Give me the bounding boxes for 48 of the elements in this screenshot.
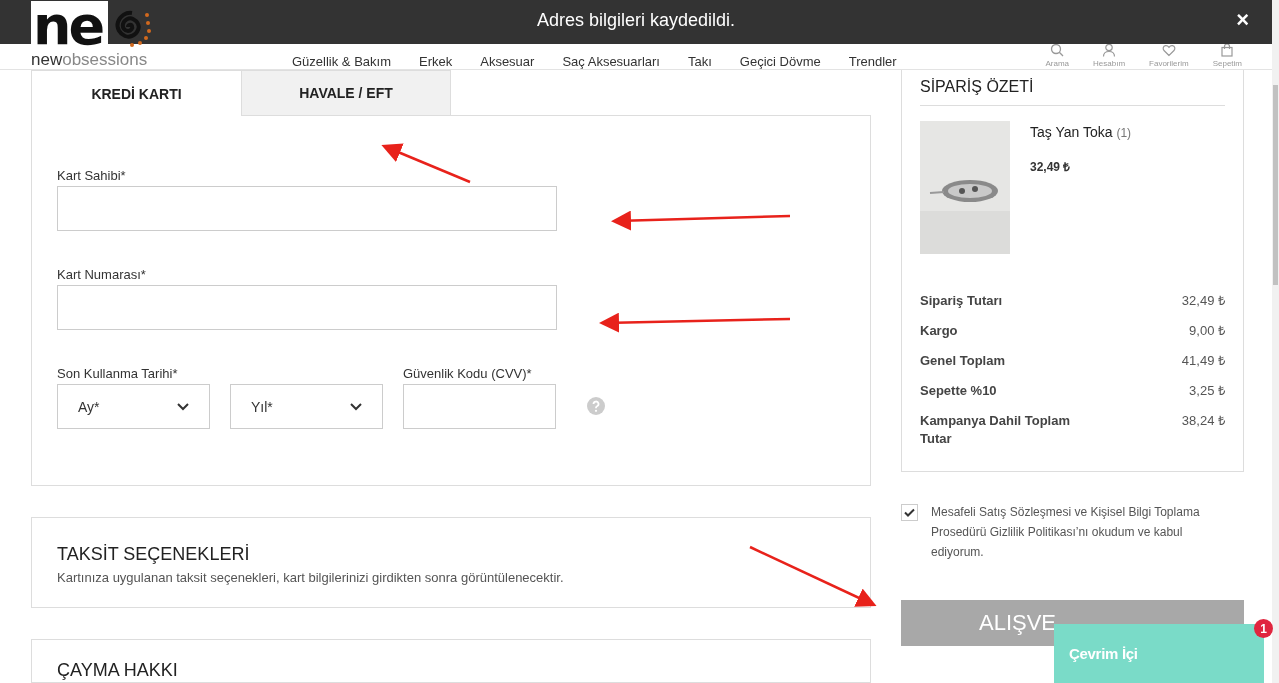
close-button[interactable]: × <box>1236 8 1249 32</box>
payment-tab[interactable]: HAVALE / EFT <box>241 70 451 116</box>
card-holder-field[interactable] <box>57 186 557 231</box>
section-title: TAKSİT SEÇENEKLERİ <box>57 544 251 564</box>
logo-tagline: newobsessions <box>31 51 149 69</box>
total-value: 3,25 ₺ <box>1189 382 1225 400</box>
installments-note: Kartınıza uygulanan taksit seçenekleri, kart bilgilerinizi girdikten sonra görüntülenecektir. <box>57 570 565 585</box>
year-select[interactable]: Yıl* <box>230 384 383 429</box>
nav-link[interactable]: Güzellik & Bakım <box>292 54 391 69</box>
shopping-bag-icon <box>1220 43 1235 57</box>
total-label: Sipariş Tutarı <box>920 292 1003 310</box>
field-label: Son Kullanma Tarihi* <box>57 366 179 383</box>
nav-link[interactable]: Trendler <box>848 54 897 69</box>
total-value: 9,00 ₺ <box>1189 322 1225 340</box>
payment-tab[interactable]: KREDİ KARTI <box>31 70 241 116</box>
month-select[interactable]: Ay* <box>57 384 210 429</box>
help-icon[interactable] <box>587 397 605 415</box>
chevron-down-icon <box>177 402 189 411</box>
notification-message: Adres bilgileri kaydedildi. <box>536 10 736 31</box>
nav-link[interactable]: Erkek <box>419 54 453 69</box>
card-number-field[interactable] <box>57 285 557 330</box>
field-label: Kart Sahibi* <box>57 168 127 185</box>
total-value: 38,24 ₺ <box>1181 412 1225 430</box>
chevron-down-icon <box>350 402 362 411</box>
check-icon <box>904 508 915 517</box>
scrollbar[interactable] <box>1272 0 1279 683</box>
total-value: 41,49 ₺ <box>1181 352 1225 370</box>
nav-link[interactable]: Takı <box>687 54 712 69</box>
total-label: Sepette %10 <box>920 382 997 400</box>
agreement-text: Mesafeli Satış Sözleşmesi ve Kişisel Bilgi Toplama Prosedürü Gizlilik Politikası’nı okudum ve kabul ediyorum. <box>931 504 1201 561</box>
section-title: ÇAYMA HAKKI <box>57 660 179 680</box>
total-label: Kargo <box>920 322 958 340</box>
nav-link[interactable]: Saç Aksesuarları <box>562 54 660 69</box>
nav-link[interactable]: Geçici Dövme <box>739 54 821 69</box>
total-value: 32,49 ₺ <box>1181 292 1225 310</box>
total-label: Genel Toplam <box>920 352 1005 370</box>
search-icon <box>1050 43 1065 57</box>
product-name[interactable]: Taş Yan Toka (1) <box>1030 124 1132 140</box>
agreement-checkbox[interactable] <box>901 504 918 521</box>
nav-link[interactable]: Aksesuar <box>480 54 535 69</box>
cvv-field[interactable] <box>403 384 556 429</box>
user-icon <box>1102 43 1117 57</box>
total-label: Kampanya Dahil Toplam Tutar <box>920 412 1071 448</box>
summary-title: SİPARİŞ ÖZETİ <box>920 78 1225 106</box>
heart-icon <box>1161 43 1176 57</box>
field-label: Kart Numarası* <box>57 267 147 284</box>
field-label: Güvenlik Kodu (CVV)* <box>403 366 533 383</box>
product-price: 32,49 ₺ <box>1030 159 1072 175</box>
